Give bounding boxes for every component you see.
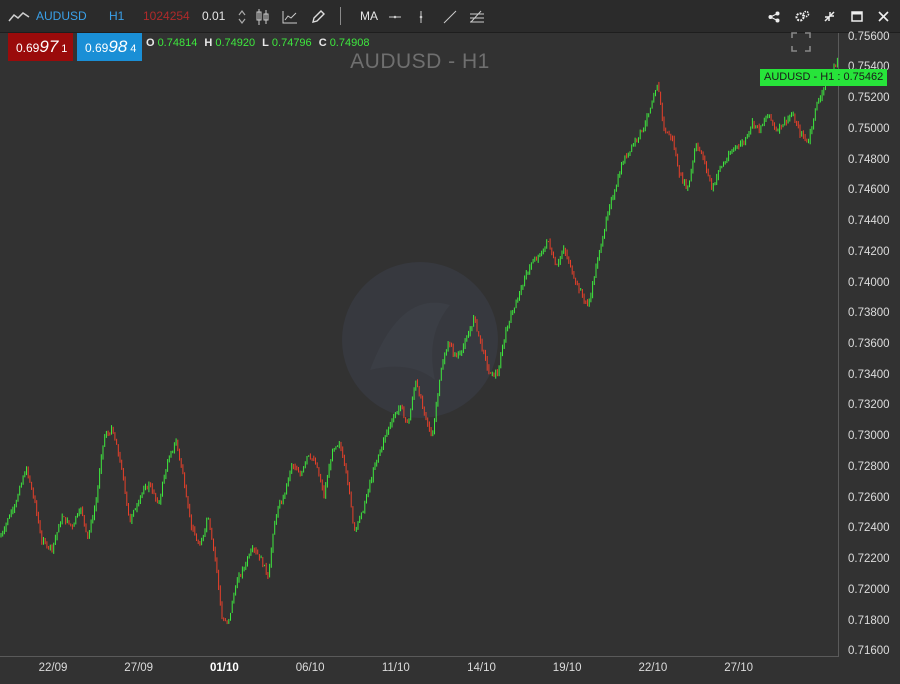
area-chart-icon[interactable] [282, 0, 298, 32]
candlestick-icon[interactable] [255, 0, 271, 32]
x-tick-label: 01/10 [210, 662, 239, 674]
sell-price-button[interactable]: 0.6997 1 [8, 33, 73, 61]
timeframe-selector[interactable]: H1 [109, 0, 124, 32]
low-label: L [262, 37, 269, 49]
stepper-icon[interactable] [238, 0, 246, 32]
x-tick-label: 27/10 [724, 662, 753, 674]
chart-toolbar: AUDUSD H1 1024254 0.01 MA [0, 0, 900, 33]
y-tick-label: 0.71600 [848, 645, 890, 658]
sell-price-pips: 97 [39, 37, 59, 56]
close-label: C [318, 37, 327, 49]
y-tick-label: 0.72200 [848, 553, 890, 566]
ma-button[interactable]: MA [360, 0, 378, 32]
y-tick-label: 0.74400 [848, 215, 890, 228]
trend-line-icon[interactable] [443, 0, 457, 32]
x-tick-label: 27/09 [124, 662, 154, 674]
line-chart-icon[interactable] [8, 0, 30, 32]
buy-price-pips: 98 [108, 37, 128, 56]
y-tick-label: 0.73400 [848, 368, 890, 381]
x-tick-label: 19/10 [552, 662, 582, 674]
x-tick-label: 22/09 [38, 662, 68, 674]
low-value: 0.74796 [271, 37, 312, 49]
current-price-tag: AUDUSD - H1 : 0.75462 [760, 69, 888, 86]
vertical-line-icon[interactable] [418, 0, 424, 32]
x-tick-label: 11/10 [381, 662, 410, 674]
close-value: 0.74908 [329, 37, 370, 49]
x-tick-label: 22/10 [638, 662, 668, 674]
y-tick-label: 0.74000 [848, 276, 890, 289]
high-label: H [204, 37, 213, 49]
y-tick-label: 0.72600 [848, 491, 890, 504]
y-tick-label: 0.73800 [848, 307, 890, 320]
y-tick-label: 0.73600 [848, 338, 890, 350]
account-value: 1024254 [143, 9, 190, 23]
price-axis[interactable]: 0.75600 0.75400 0.75200 0.75000 0.74800 0.746… [839, 30, 900, 658]
open-label: O [146, 37, 155, 49]
y-tick-label: 0.73000 [848, 430, 890, 443]
y-tick-label: 0.74800 [848, 153, 890, 166]
symbol-selector[interactable]: AUDUSD [36, 0, 87, 32]
buy-price-fraction: 4 [130, 43, 137, 55]
x-tick-label: 06/10 [295, 662, 325, 674]
chart-title: AUDUSD - H1 [350, 50, 490, 73]
candlestick-series [0, 57, 838, 625]
y-tick-label: 0.74600 [848, 184, 890, 197]
y-tick-label: 0.71800 [848, 614, 890, 627]
buy-price-prefix: 0.69 [85, 41, 109, 55]
close-icon[interactable] [878, 0, 889, 32]
share-icon[interactable] [768, 0, 780, 32]
toolbar-separator [340, 7, 341, 25]
fullscreen-icon[interactable] [791, 32, 811, 52]
chart-plot-area[interactable] [0, 33, 839, 657]
lot-size-input[interactable]: 0.01 [202, 0, 225, 32]
maximize-icon[interactable] [851, 0, 863, 32]
high-value: 0.74920 [215, 37, 256, 49]
y-tick-label: 0.74200 [848, 245, 890, 258]
horizontal-line-icon[interactable] [388, 0, 402, 32]
x-tick-label: 14/10 [467, 662, 496, 674]
pencil-icon[interactable] [310, 0, 326, 32]
collapse-icon[interactable] [823, 0, 836, 32]
y-tick-label: 0.73200 [848, 399, 890, 412]
time-axis[interactable]: 22/09 27/09 01/10 06/10 11/10 14/10 19/10 22/10… [0, 657, 839, 684]
y-tick-label: 0.75200 [848, 92, 890, 105]
y-tick-label: 0.72800 [848, 460, 890, 473]
sell-price-prefix: 0.69 [16, 41, 40, 55]
y-tick-label: 0.75000 [848, 122, 890, 135]
y-tick-label: 0.75600 [848, 30, 890, 43]
fibonacci-icon[interactable] [469, 0, 485, 32]
y-tick-label: 0.72400 [848, 522, 890, 535]
sell-price-fraction: 1 [61, 43, 68, 55]
buy-price-button[interactable]: 0.6998 4 [77, 33, 142, 61]
open-value: 0.74814 [157, 37, 198, 49]
y-tick-label: 0.72000 [848, 583, 890, 596]
settings-icon[interactable] [795, 0, 810, 32]
